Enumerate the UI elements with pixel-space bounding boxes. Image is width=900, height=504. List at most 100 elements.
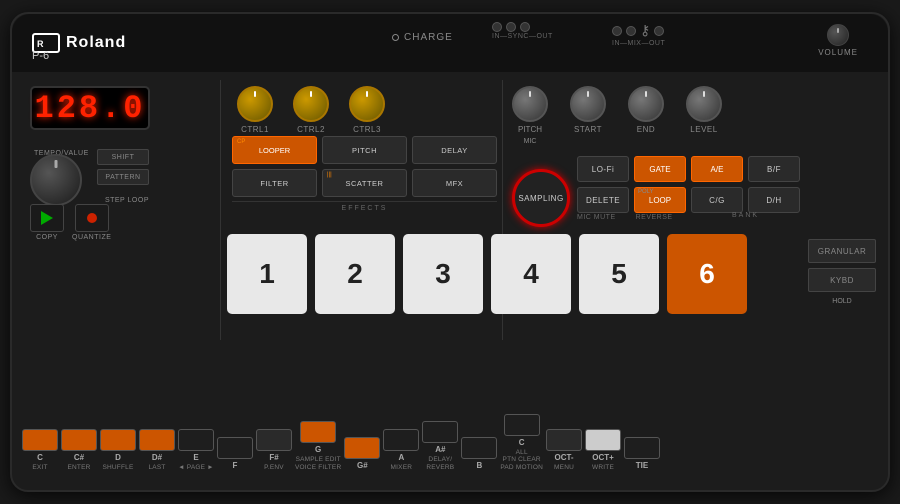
roland-p6-device: R Roland P-6 CHARGE IN—SYNC—OUT ⚷ bbox=[10, 12, 890, 492]
ctrl1-label: CTRL1 bbox=[241, 125, 269, 134]
pad-d-button[interactable] bbox=[100, 429, 136, 451]
right-knobs-row: PITCH MIC START END LEVEL bbox=[512, 86, 722, 145]
pitch-knob[interactable] bbox=[512, 86, 548, 122]
sync-out2-jack bbox=[520, 22, 530, 32]
pad-octdown-button[interactable] bbox=[546, 429, 582, 451]
pad-octdown-menu: OCT- MENU bbox=[546, 429, 582, 472]
pad-5[interactable]: 5 bbox=[579, 234, 659, 314]
ctrl1-knob-group: CTRL1 bbox=[237, 86, 273, 134]
pattern-button[interactable]: PATTERN bbox=[97, 169, 149, 185]
action-buttons: COPY QUANTIZE bbox=[30, 204, 111, 241]
start-knob-group: START bbox=[570, 86, 606, 145]
pad-a-button[interactable] bbox=[383, 429, 419, 451]
quantize-button-group: QUANTIZE bbox=[72, 204, 111, 241]
pad-f: F bbox=[217, 437, 253, 472]
ctrl3-knob[interactable] bbox=[349, 86, 385, 122]
pad-c2-button[interactable] bbox=[504, 414, 540, 436]
effects-label: EFFECTS bbox=[232, 201, 497, 212]
pad-3[interactable]: 3 bbox=[403, 234, 483, 314]
pad-g-sample: G SAMPLE EDITVOICE FILTER bbox=[295, 421, 341, 472]
model-name: P-6 bbox=[32, 50, 49, 62]
pad-c-exit: C EXIT bbox=[22, 429, 58, 472]
right-side-buttons: GRANULAR KYBD HOLD bbox=[808, 239, 876, 305]
shift-pattern-area: SHIFT PATTERN STEP LOOP bbox=[97, 149, 149, 207]
copy-button-group: COPY bbox=[30, 204, 64, 241]
granular-button[interactable]: GRANULAR bbox=[808, 239, 876, 263]
end-knob[interactable] bbox=[628, 86, 664, 122]
delete-button[interactable]: DELETE bbox=[577, 187, 629, 213]
svg-text:R: R bbox=[37, 39, 44, 49]
pad-cs-enter: C# ENTER bbox=[61, 429, 97, 472]
loop-button[interactable]: POLY LOOP bbox=[634, 187, 686, 213]
start-label: START bbox=[574, 125, 602, 134]
end-label: END bbox=[637, 125, 655, 134]
filter-button[interactable]: FILTER bbox=[232, 169, 317, 197]
end-knob-group: END bbox=[628, 86, 664, 145]
record-icon bbox=[87, 213, 97, 223]
quantize-label: QUANTIZE bbox=[72, 234, 111, 241]
pad-c-button[interactable] bbox=[22, 429, 58, 451]
pad-fs-button[interactable] bbox=[256, 429, 292, 451]
mic-label: MIC bbox=[524, 138, 537, 145]
ctrl2-label: CTRL2 bbox=[297, 125, 325, 134]
pad-ds-last: D# LAST bbox=[139, 429, 175, 472]
pad-gs: G# bbox=[344, 437, 380, 472]
bf-button[interactable]: B/F bbox=[748, 156, 800, 182]
pad-cs-button[interactable] bbox=[61, 429, 97, 451]
pad-g-button[interactable] bbox=[300, 421, 336, 443]
pad-2[interactable]: 2 bbox=[315, 234, 395, 314]
pad-as-button[interactable] bbox=[422, 421, 458, 443]
lofi-button[interactable]: LO-Fi bbox=[577, 156, 629, 182]
gate-button[interactable]: GATE bbox=[634, 156, 686, 182]
cg-button[interactable]: C/G bbox=[691, 187, 743, 213]
quantize-button[interactable] bbox=[75, 204, 109, 232]
delay-button[interactable]: DELAY bbox=[412, 136, 497, 164]
hold-label: HOLD bbox=[832, 298, 851, 305]
kybd-button[interactable]: KYBD bbox=[808, 268, 876, 292]
copy-button[interactable] bbox=[30, 204, 64, 232]
play-icon bbox=[41, 211, 53, 225]
copy-label: COPY bbox=[36, 234, 58, 241]
pad-d-shuffle: D SHUFFLE bbox=[100, 429, 136, 472]
volume-area: VOLUME bbox=[818, 24, 858, 57]
sync-connectors: IN—SYNC—OUT bbox=[492, 22, 553, 40]
pad-ds-button[interactable] bbox=[139, 429, 175, 451]
sampling-button[interactable]: SAMPLING bbox=[512, 169, 570, 227]
pad-1[interactable]: 1 bbox=[227, 234, 307, 314]
ctrl3-knob-group: CTRL3 bbox=[349, 86, 385, 134]
charge-area: CHARGE bbox=[392, 32, 453, 43]
looper-button[interactable]: CP LOOPER bbox=[232, 136, 317, 164]
pad-6[interactable]: 6 bbox=[667, 234, 747, 314]
ctrl1-knob[interactable] bbox=[237, 86, 273, 122]
pad-b-button[interactable] bbox=[461, 437, 497, 459]
pad-4[interactable]: 4 bbox=[491, 234, 571, 314]
pad-b: B bbox=[461, 437, 497, 472]
top-bar: R Roland P-6 CHARGE IN—SYNC—OUT ⚷ bbox=[12, 14, 888, 72]
pad-tie-button[interactable] bbox=[624, 437, 660, 459]
pad-a-mixer: A MIXER bbox=[383, 429, 419, 472]
pad-octup-button[interactable] bbox=[585, 429, 621, 451]
scatter-button[interactable]: ||| SCATTER bbox=[322, 169, 407, 197]
pad-gs-button[interactable] bbox=[344, 437, 380, 459]
separator-left bbox=[220, 80, 221, 340]
headphone-icon: ⚷ bbox=[640, 22, 650, 39]
pad-f-button[interactable] bbox=[217, 437, 253, 459]
pad-e-button[interactable] bbox=[178, 429, 214, 451]
volume-label: VOLUME bbox=[818, 48, 858, 57]
pitch-effect-button[interactable]: PITCH bbox=[322, 136, 407, 164]
pitch-label: PITCH bbox=[518, 125, 542, 134]
pad-e-page: E ◄ PAGE ► bbox=[178, 429, 214, 472]
ctrl3-label: CTRL3 bbox=[353, 125, 381, 134]
start-knob[interactable] bbox=[570, 86, 606, 122]
level-knob[interactable] bbox=[686, 86, 722, 122]
mfx-button[interactable]: MFX bbox=[412, 169, 497, 197]
ctrl2-knob[interactable] bbox=[293, 86, 329, 122]
right-buttons-grid: LO-Fi GATE A/E B/F DELETE POLY LOOP C/G … bbox=[577, 156, 800, 213]
dh-button[interactable]: D/H bbox=[748, 187, 800, 213]
pad-octup-write: OCT+ WRITE bbox=[585, 429, 621, 472]
brand-name: Roland bbox=[66, 34, 126, 52]
tempo-knob[interactable] bbox=[30, 154, 82, 206]
ae-button[interactable]: A/E bbox=[691, 156, 743, 182]
volume-knob[interactable] bbox=[827, 24, 849, 46]
shift-button[interactable]: SHIFT bbox=[97, 149, 149, 165]
